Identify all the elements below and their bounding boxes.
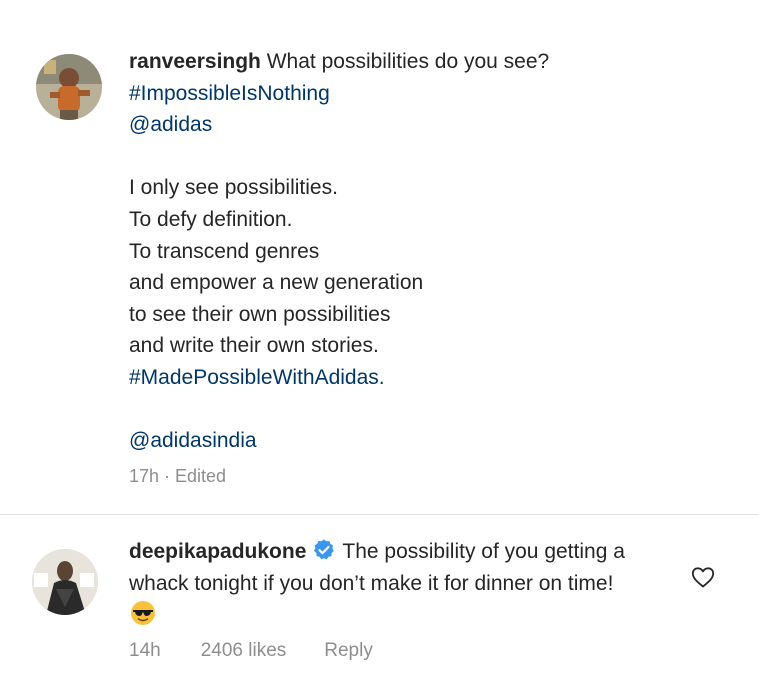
comment-actions: 14h 2406 likes Reply — [129, 640, 373, 662]
caption-timestamp: 17h · Edited — [129, 465, 227, 486]
caption-line: To defy definition. — [129, 207, 293, 231]
divider — [0, 514, 759, 515]
comment-username[interactable]: deepikapadukone — [129, 540, 306, 563]
comment-line-1: deepikapadukone The possibility of you ge… — [129, 536, 689, 568]
comment-time: 14h — [129, 640, 161, 661]
verified-badge-icon — [312, 538, 336, 562]
caption-line: and write their own stories. — [129, 334, 379, 358]
hashtag-madepossiblewithadidas[interactable]: #MadePossibleWithAdidas. — [129, 362, 689, 394]
mention-adidas[interactable]: @adidas — [129, 109, 689, 141]
caption-line: To transcend genres — [129, 239, 320, 263]
comment-text-line2: whack tonight if you don’t make it for d… — [129, 571, 614, 595]
hashtag-impossibleisnothing[interactable]: #ImpossibleIsNothing — [129, 78, 689, 110]
avatar-image-deepika — [32, 549, 98, 615]
like-heart-icon[interactable] — [690, 564, 716, 590]
deepikapadukone-avatar[interactable] — [32, 549, 98, 615]
caption-text: ranveersingh What possibilities do you s… — [129, 46, 689, 489]
comment: deepikapadukone The possibility of you ge… — [129, 536, 689, 631]
reply-button[interactable]: Reply — [324, 640, 373, 662]
caption-line: and empower a new generation — [129, 271, 424, 295]
caption-line: I only see possibilities. — [129, 176, 338, 200]
mention-adidasindia[interactable]: @adidasindia — [129, 425, 689, 457]
caption-line-1: ranveersingh What possibilities do you s… — [129, 46, 689, 78]
comment-likes[interactable]: 2406 likes — [201, 640, 287, 662]
comment-emoji-line — [129, 599, 689, 631]
caption-first-line: What possibilities do you see? — [266, 50, 550, 73]
sunglasses-emoji-icon — [129, 599, 157, 627]
comment-text-line1: The possibility of you getting a — [342, 540, 625, 563]
avatar-image-ranveer — [36, 54, 102, 120]
caption-username[interactable]: ranveersingh — [129, 50, 261, 73]
ranveersingh-avatar[interactable] — [36, 54, 102, 120]
caption-line: to see their own possibilities — [129, 302, 391, 326]
